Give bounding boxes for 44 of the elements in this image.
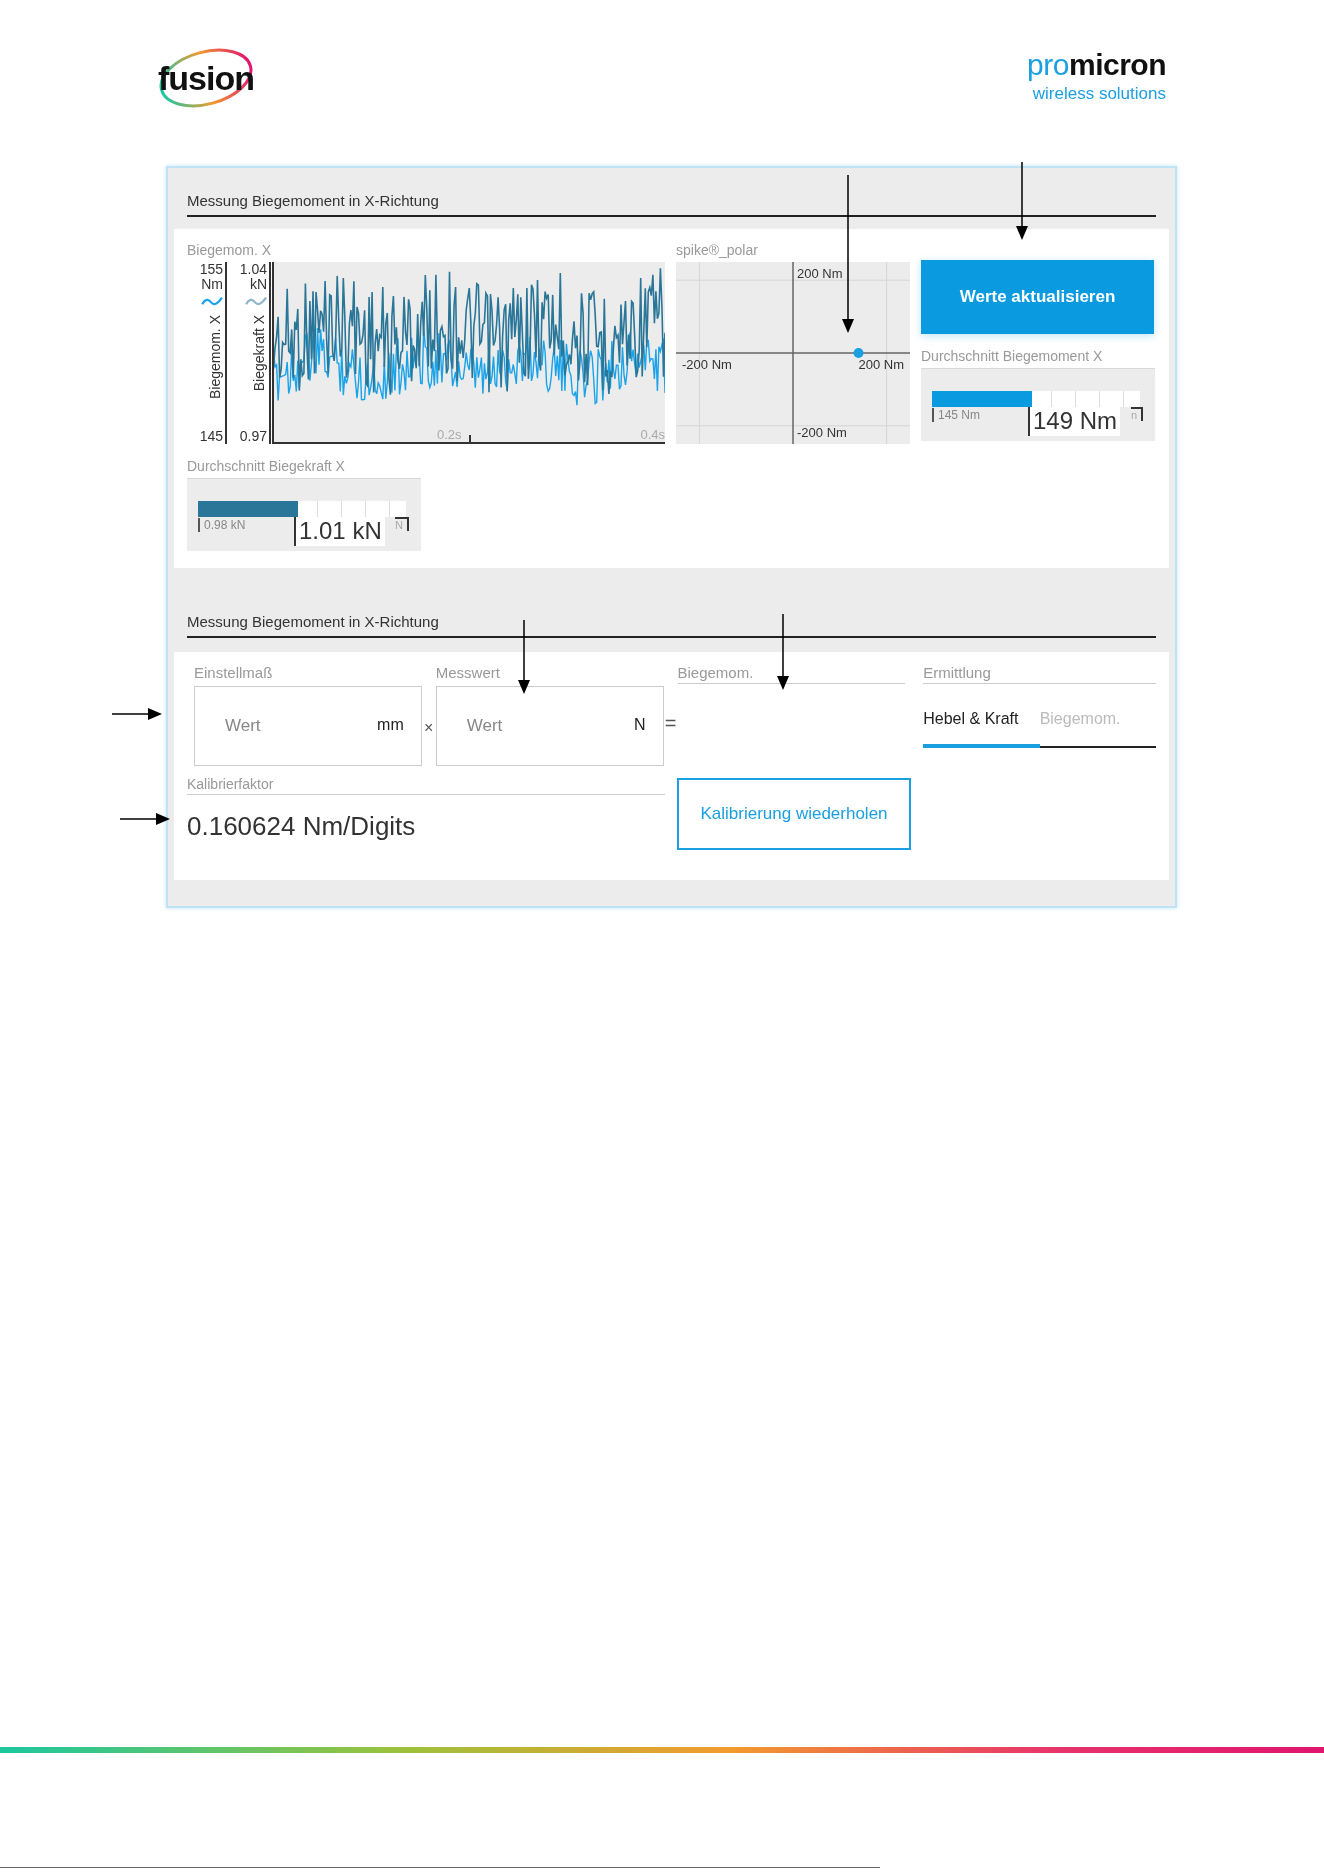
chart-label: spike®_polar: [676, 242, 759, 260]
logo-tagline: wireless solutions: [1032, 84, 1166, 104]
operator-sign: =: [663, 712, 678, 735]
position-dot: [853, 348, 864, 358]
unit-label: mm: [377, 716, 404, 734]
meter-value: 149 Nm: [1028, 407, 1121, 436]
wave-icon: [245, 295, 267, 308]
meter-label: Durchschnitt Biegemoment X: [921, 348, 1104, 366]
axis-tick-label: 200 Nm: [797, 266, 843, 281]
meter-min-label: 145 Nm: [932, 408, 981, 422]
field-label: Einstellmaß: [194, 664, 274, 683]
meter-end-label: N: [395, 517, 409, 531]
axis-tick-label: -200 Nm: [682, 357, 732, 372]
field-label: Ermittlung: [923, 664, 1156, 684]
update-button[interactable]: Werte aktualisieren: [921, 260, 1154, 334]
axis-title: Biegemom. X: [207, 315, 223, 400]
field-label: Messwert: [435, 664, 501, 683]
field-label: Kalibrierfaktor: [187, 776, 665, 795]
wave-icon: [201, 295, 223, 308]
time-tick-label: 0.4s: [640, 427, 665, 442]
axis-title: Biegekraft X: [251, 315, 267, 392]
axis-tick-label: -200 Nm: [797, 425, 847, 440]
operator-sign: ×: [423, 719, 435, 737]
repeat-calibration-button[interactable]: Kalibrierung wiederholen: [677, 778, 911, 850]
calibration-value: 0.160624 Nm/Digits: [187, 811, 417, 842]
meter-value: 1.01 kN: [294, 517, 385, 546]
unit-label: N: [633, 716, 646, 734]
annotation-arrow: [120, 813, 170, 825]
time-tick-label: 0.2s: [437, 427, 462, 442]
axis-min-label: 0.97: [239, 428, 267, 444]
section-title: Messung Biegemoment in X-Richtung: [187, 613, 1156, 638]
tab[interactable]: Hebel & Kraft: [923, 702, 1040, 748]
axis-max-label: 155 Nm: [198, 262, 223, 292]
axis-min-label: 145: [199, 428, 223, 444]
meter-end-label: n: [1130, 407, 1143, 421]
meter-min-label: 0.98 kN: [198, 518, 246, 532]
tab[interactable]: Biegemom.: [1039, 702, 1156, 748]
promicron-logo: promicron: [1027, 50, 1166, 80]
section-title: Messung Biegemoment in X-Richtung: [187, 192, 1156, 217]
annotation-arrow: [112, 708, 162, 720]
chart-label: Biegemom. X: [187, 242, 273, 260]
meter-label: Durchschnitt Biegekraft X: [187, 458, 346, 476]
axis-tick-label: 200 Nm: [858, 357, 904, 372]
axis-max-label: 1.04 kN: [238, 262, 267, 292]
